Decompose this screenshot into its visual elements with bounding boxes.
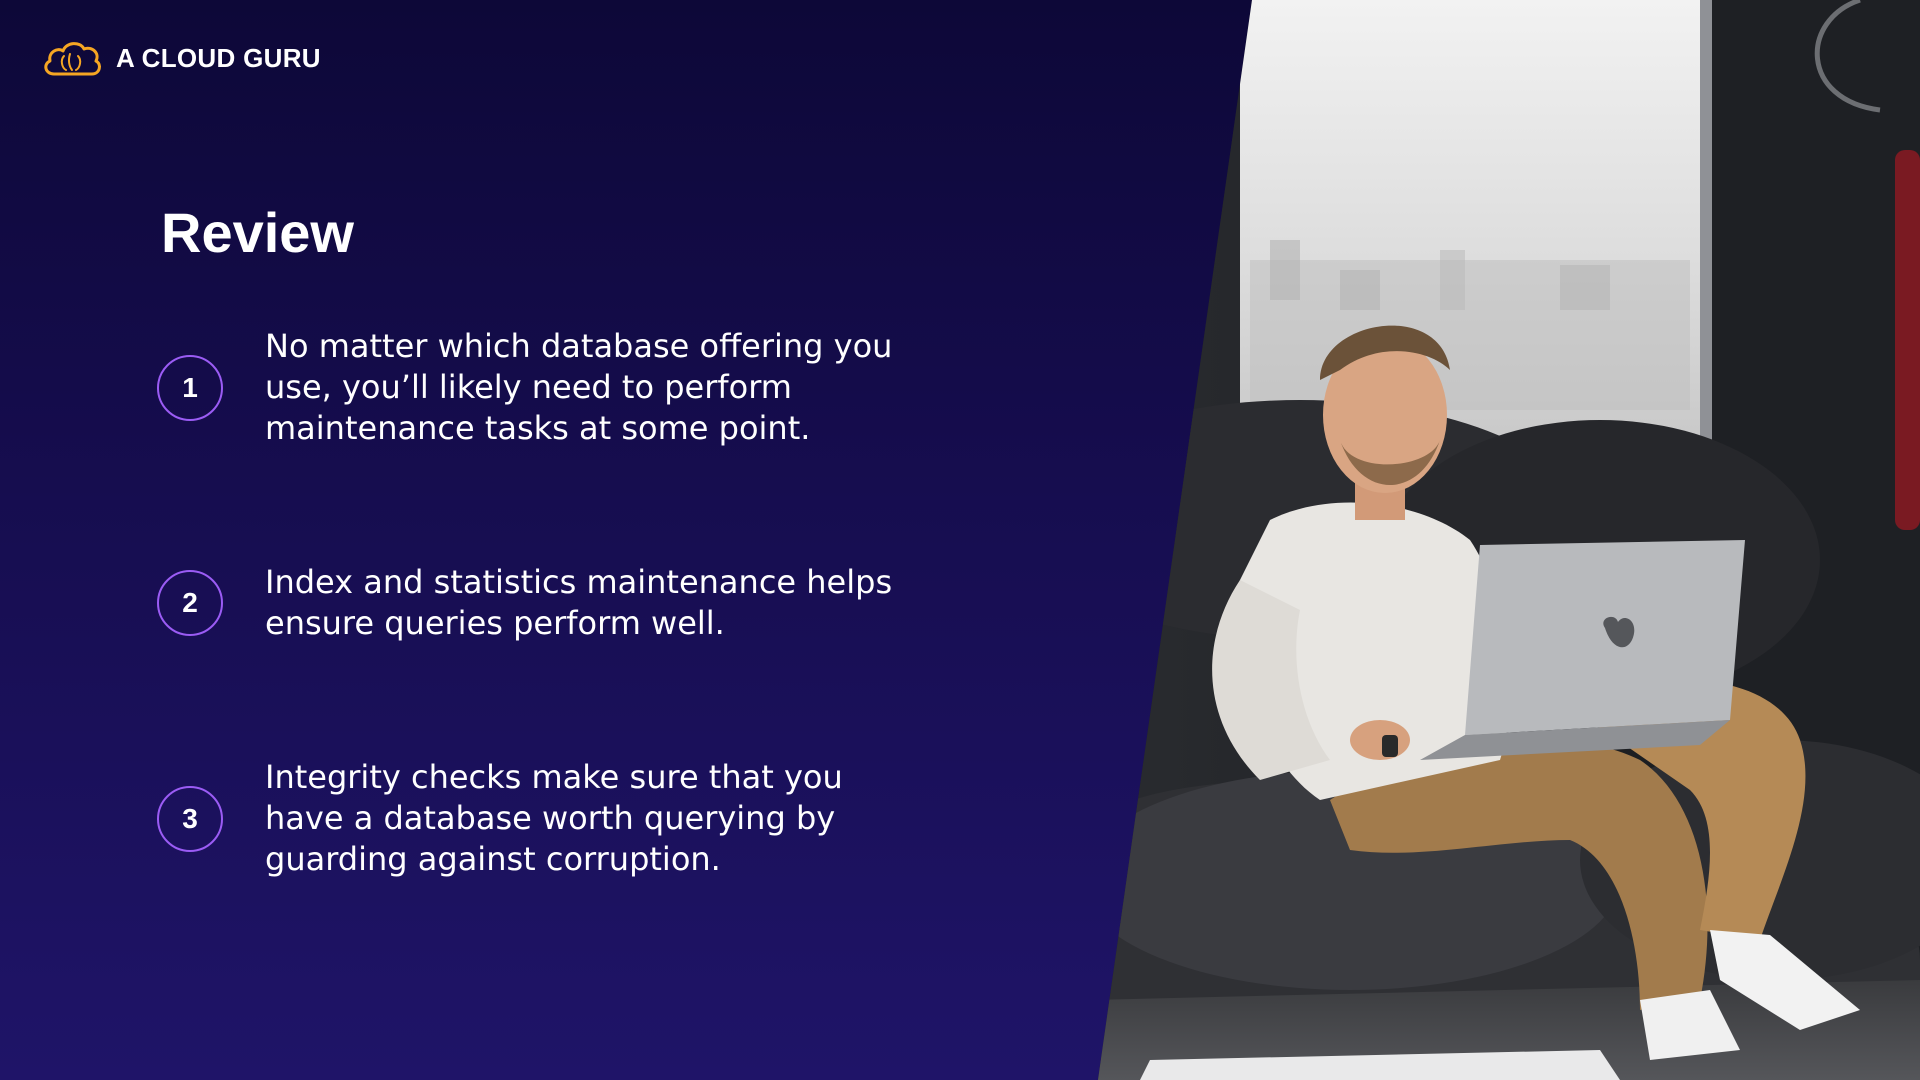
page-title: Review: [161, 201, 354, 264]
photo-illustration: [1098, 0, 1920, 1080]
review-item: 1 No matter which database offering you …: [157, 326, 905, 449]
number-badge: 1: [157, 354, 223, 421]
review-item-text: Index and statistics maintenance helps e…: [265, 563, 893, 642]
brand-name: A CLOUD GURU: [116, 42, 321, 73]
review-item: 2 Index and statistics maintenance helps…: [157, 562, 905, 644]
number-badge: 2: [157, 570, 223, 636]
review-item: 3 Integrity checks make sure that you ha…: [157, 757, 905, 880]
cloud-brain-icon: [44, 42, 101, 76]
review-item-text: Integrity checks make sure that you have…: [265, 758, 843, 878]
brand-logo: A CLOUD GURU: [40, 36, 321, 80]
slide: A CLOUD GURU Review 1 No matter which da…: [0, 0, 1920, 1080]
number-badge: 3: [157, 785, 223, 852]
review-item-text: No matter which database offering you us…: [265, 327, 893, 447]
hero-photo: [1098, 0, 1920, 1080]
